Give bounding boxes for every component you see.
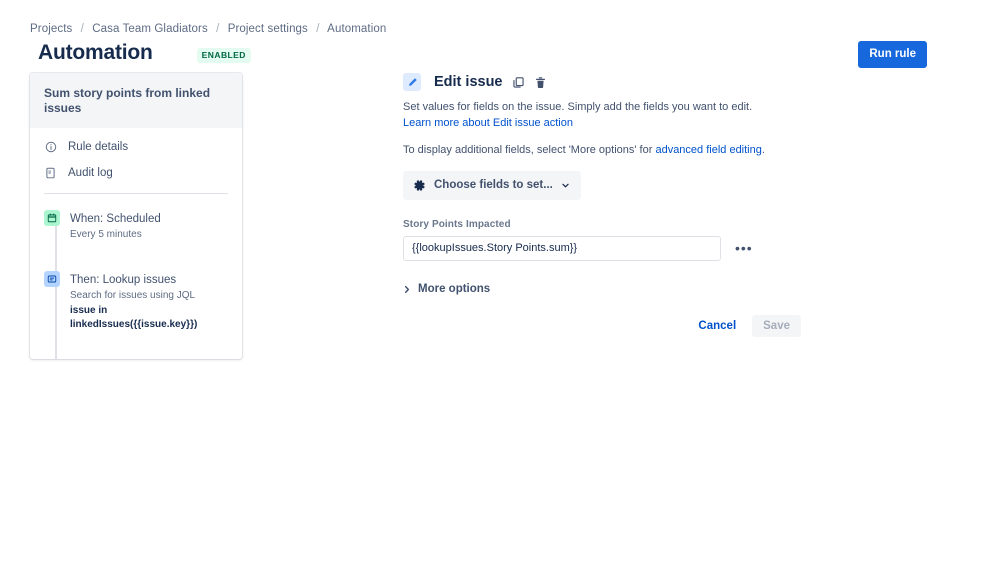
audit-log-icon <box>44 167 57 179</box>
sidebar-item-audit-log[interactable]: Audit log <box>30 160 242 186</box>
rule-step-subtitle: Search for issues using JQL <box>70 290 196 301</box>
rule-step-title: When: Scheduled <box>70 213 161 225</box>
breadcrumb-item-project[interactable]: Casa Team Gladiators <box>92 23 208 35</box>
breadcrumb-item-project-settings[interactable]: Project settings <box>228 23 308 35</box>
learn-more-link[interactable]: Learn more about Edit issue action <box>403 117 573 129</box>
rule-step-title: Then: Lookup issues <box>70 274 177 286</box>
rule-steps-list: When: Scheduled Every 5 minutes Then: Lo… <box>30 194 242 359</box>
panel-header: Edit issue <box>403 73 823 91</box>
advanced-field-editing-link[interactable]: advanced field editing <box>655 144 761 156</box>
sidebar-item-rule-details[interactable]: Rule details <box>30 134 242 160</box>
pencil-icon <box>403 73 421 91</box>
choose-fields-label: Choose fields to set... <box>434 178 553 191</box>
sidebar-item-label: Rule details <box>68 141 129 153</box>
lookup-issues-icon <box>44 271 60 287</box>
more-options-label: More options <box>418 282 491 295</box>
rule-step-lookup-issues[interactable]: Then: Lookup issues Search for issues us… <box>30 265 242 337</box>
save-button[interactable]: Save <box>752 314 801 337</box>
breadcrumb-item-automation[interactable]: Automation <box>327 23 386 35</box>
rule-step-jql: issue in linkedIssues({{issue.key}}) <box>70 305 198 330</box>
chevron-right-icon <box>403 285 411 294</box>
page-header: Automation ENABLED <box>38 40 251 66</box>
rule-step-subtitle: Every 5 minutes <box>70 229 142 240</box>
panel-footer: Cancel Save <box>403 314 801 337</box>
cancel-button[interactable]: Cancel <box>696 315 738 337</box>
rule-card-title: Sum story points from linked issues <box>30 73 242 128</box>
automation-page: Projects / Casa Team Gladiators / Projec… <box>0 0 999 562</box>
panel-title: Edit issue <box>434 74 503 90</box>
page-title: Automation <box>38 41 153 64</box>
info-circle-icon <box>44 141 57 153</box>
panel-description-text: Set values for fields on the issue. Simp… <box>403 101 753 113</box>
breadcrumb-separator: / <box>216 23 220 35</box>
rule-sidebar-card: Sum story points from linked issues Rule… <box>30 73 242 359</box>
field-more-menu-button[interactable]: ••• <box>731 241 757 255</box>
rule-step-text: When: Scheduled Every 5 minutes <box>70 209 161 242</box>
breadcrumb-separator: / <box>316 23 320 35</box>
panel-description2-pre: To display additional fields, select 'Mo… <box>403 144 656 156</box>
story-points-impacted-input[interactable] <box>403 235 721 261</box>
run-rule-button[interactable]: Run rule <box>858 41 927 68</box>
field-row: ••• <box>403 235 823 261</box>
panel-description-secondary: To display additional fields, select 'Mo… <box>403 143 777 159</box>
chevron-down-icon <box>561 181 570 190</box>
copy-icon[interactable] <box>512 76 525 89</box>
sidebar-item-label: Audit log <box>68 167 113 179</box>
edit-issue-panel: Edit issue Set values for fields on the … <box>403 73 823 337</box>
calendar-icon <box>44 210 60 226</box>
field-label-story-points-impacted: Story Points Impacted <box>403 218 511 230</box>
breadcrumb-item-projects[interactable]: Projects <box>30 23 72 35</box>
status-badge: ENABLED <box>196 47 251 63</box>
choose-fields-button[interactable]: Choose fields to set... <box>403 170 581 200</box>
more-options-toggle[interactable]: More options <box>403 282 490 297</box>
panel-description: Set values for fields on the issue. Simp… <box>403 100 777 131</box>
panel-description2-post: . <box>761 144 765 156</box>
gear-icon <box>413 179 426 192</box>
breadcrumb-separator: / <box>80 23 84 35</box>
rule-nav-list: Rule details Audit log When: Scheduled E… <box>30 128 242 359</box>
rule-step-text: Then: Lookup issues Search for issues us… <box>70 270 228 332</box>
trash-icon[interactable] <box>534 76 547 89</box>
breadcrumb: Projects / Casa Team Gladiators / Projec… <box>30 22 386 36</box>
rule-step-when-scheduled[interactable]: When: Scheduled Every 5 minutes <box>30 204 242 247</box>
